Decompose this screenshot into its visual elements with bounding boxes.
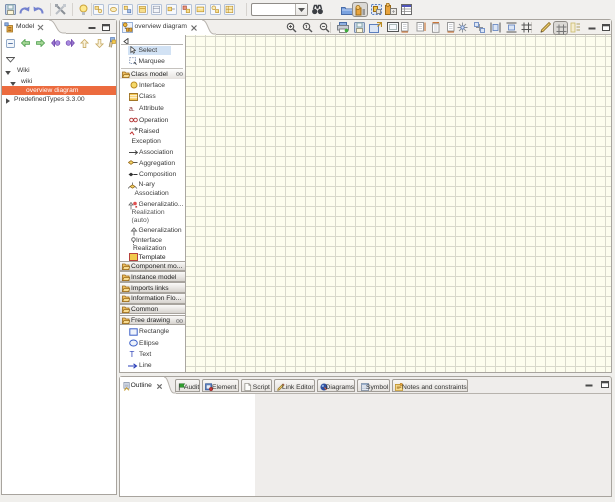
svg-text:a.: a.: [129, 106, 135, 113]
